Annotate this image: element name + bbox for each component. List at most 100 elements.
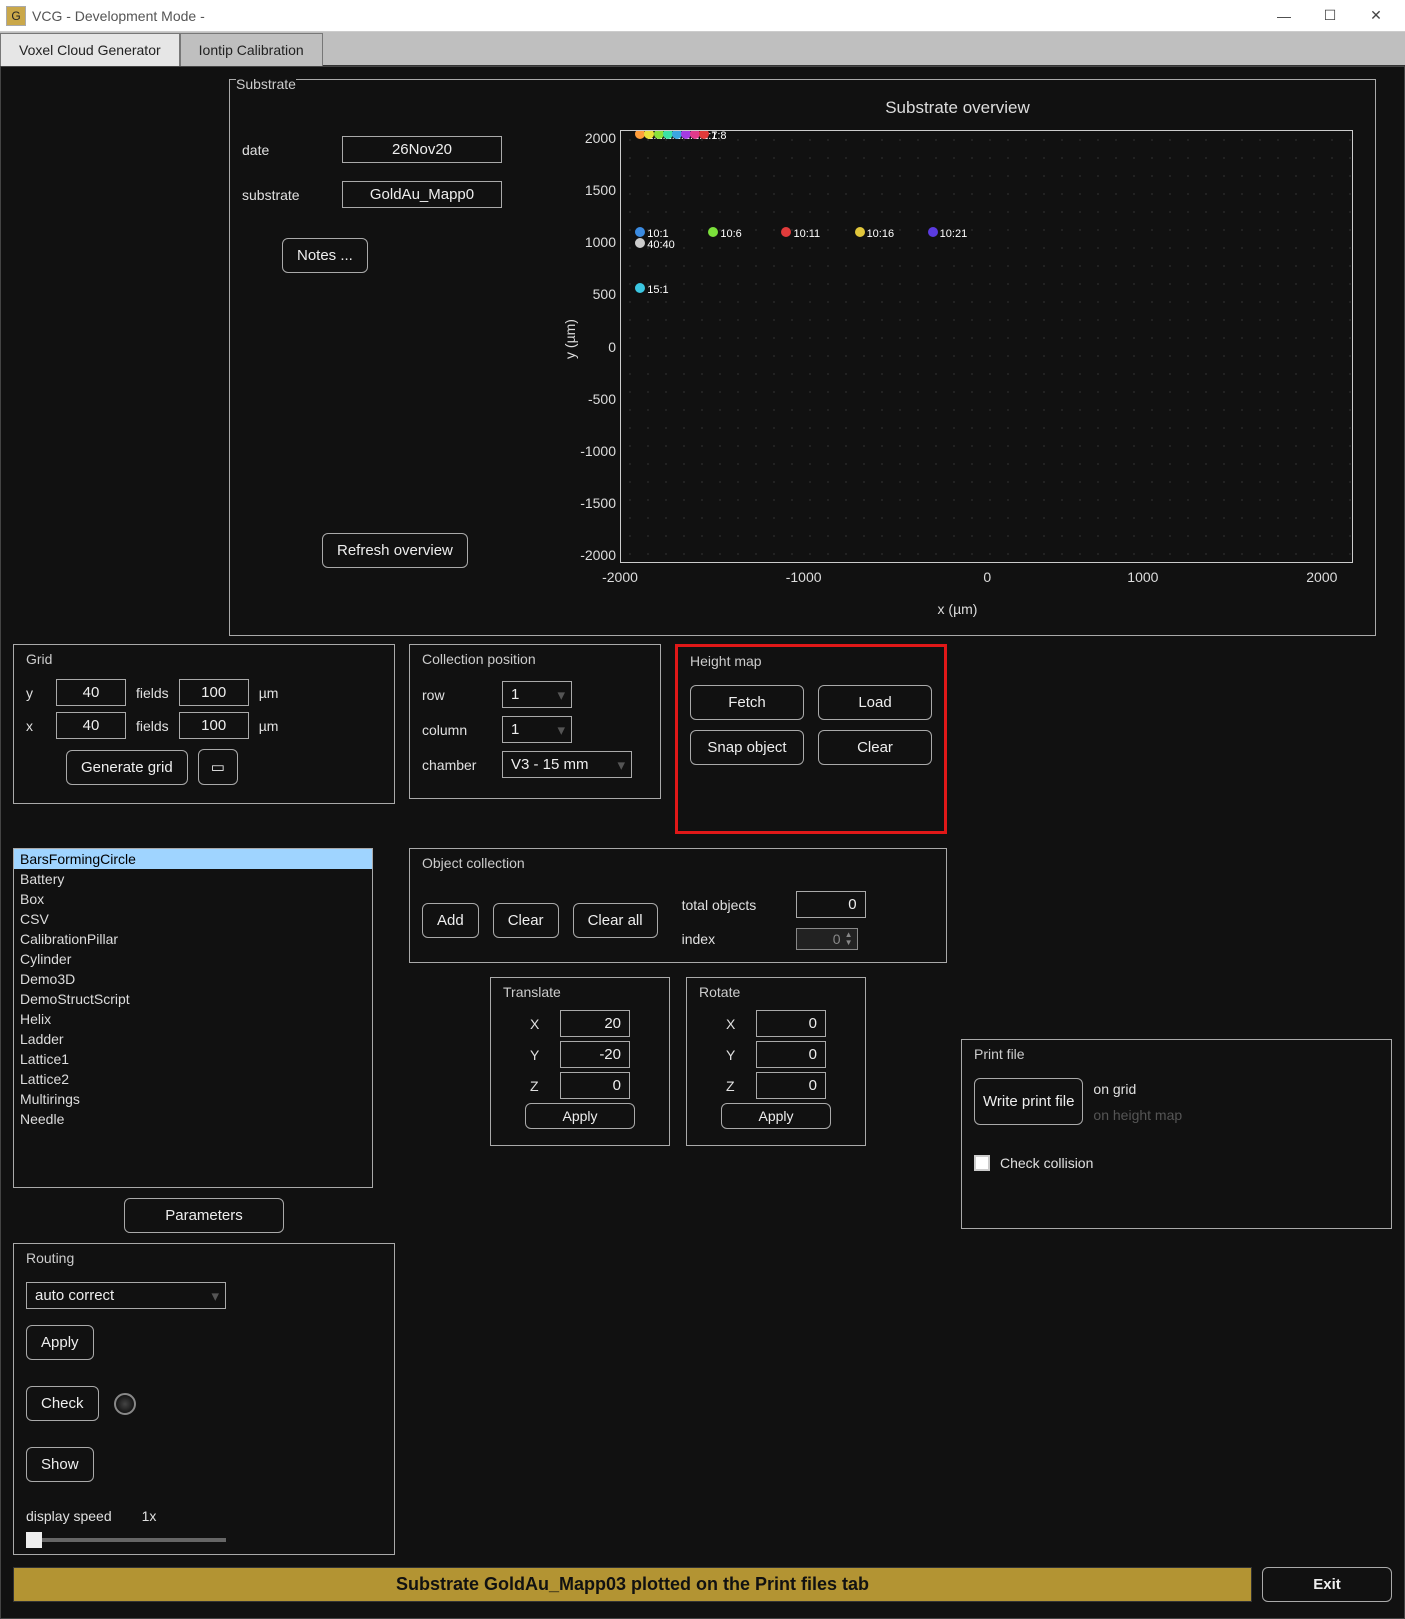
index-label: index <box>682 931 782 947</box>
list-item[interactable]: Cylinder <box>14 949 372 969</box>
grid-x-label: x <box>26 718 46 734</box>
list-item[interactable]: CalibrationPillar <box>14 929 372 949</box>
list-item[interactable]: Needle <box>14 1109 372 1129</box>
list-item[interactable]: Demo3D <box>14 969 372 989</box>
routing-panel: Routing auto correct Apply Check Show di… <box>13 1243 395 1555</box>
rotate-title: Rotate <box>699 984 853 1006</box>
tab-iontip-calibration[interactable]: Iontip Calibration <box>180 33 323 66</box>
rotate-z[interactable]: 0 <box>756 1072 826 1099</box>
rotate-x[interactable]: 0 <box>756 1010 826 1037</box>
collection-position-panel: Collection position row 1 column 1 chamb… <box>409 644 661 799</box>
window-minimize[interactable]: — <box>1261 0 1307 32</box>
list-item[interactable]: Helix <box>14 1009 372 1029</box>
write-print-file-button[interactable]: Write print file <box>974 1078 1083 1125</box>
clear-object-button[interactable]: Clear <box>493 903 559 938</box>
date-input[interactable]: 26Nov20 <box>342 136 502 163</box>
chamber-select[interactable]: V3 - 15 mm <box>502 751 632 778</box>
index-stepper[interactable]: 0 ▲▼ <box>796 928 858 950</box>
fields-label-1: fields <box>136 685 169 701</box>
chart-point: 10:16 <box>855 227 895 240</box>
routing-mode-select[interactable]: auto correct <box>26 1282 226 1309</box>
translate-x[interactable]: 20 <box>560 1010 630 1037</box>
chart-title: Substrate overview <box>552 98 1363 118</box>
grid-mini-button[interactable]: ▭ <box>198 749 238 785</box>
fetch-button[interactable]: Fetch <box>690 685 804 720</box>
grid-panel: Grid y 40 fields 100 µm x 40 fields 100 … <box>13 644 395 804</box>
chart-point: 10:6 <box>708 227 741 240</box>
chart-point: 1:8 <box>699 130 726 142</box>
substrate-label: substrate <box>242 187 332 203</box>
clear-all-button[interactable]: Clear all <box>573 903 658 938</box>
routing-check-button[interactable]: Check <box>26 1386 99 1421</box>
display-speed-label: display speed <box>26 1508 112 1524</box>
object-collection-panel: Object collection Add Clear Clear all to… <box>409 848 947 963</box>
refresh-overview-button[interactable]: Refresh overview <box>322 533 468 568</box>
fields-label-2: fields <box>136 718 169 734</box>
chart-xlabel: x (µm) <box>938 601 978 617</box>
on-grid-label: on grid <box>1093 1081 1182 1097</box>
chart-point: 40:40 <box>635 238 675 251</box>
chart-point: 10:21 <box>928 227 968 240</box>
translate-apply-button[interactable]: Apply <box>525 1103 635 1129</box>
substrate-panel: Substrate date 26Nov20 substrate GoldAu_… <box>229 79 1376 636</box>
translate-z[interactable]: 0 <box>560 1072 630 1099</box>
print-file-panel: Print file Write print file on grid on h… <box>961 1039 1392 1229</box>
generate-grid-button[interactable]: Generate grid <box>66 750 188 785</box>
window-maximize[interactable]: ☐ <box>1307 0 1353 32</box>
list-item[interactable]: Lattice1 <box>14 1049 372 1069</box>
grid-x-fields[interactable]: 40 <box>56 712 126 739</box>
check-collision-checkbox[interactable] <box>974 1155 990 1171</box>
routing-check-led <box>114 1393 136 1415</box>
grid-x-um[interactable]: 100 <box>179 712 249 739</box>
list-item[interactable]: DemoStructScript <box>14 989 372 1009</box>
window-title: VCG - Development Mode - <box>32 8 205 24</box>
grid-y-um[interactable]: 100 <box>179 679 249 706</box>
substrate-input[interactable]: GoldAu_Mapp0 <box>342 181 502 208</box>
translate-y[interactable]: -20 <box>560 1041 630 1068</box>
list-item[interactable]: Multirings <box>14 1089 372 1109</box>
column-select[interactable]: 1 <box>502 716 572 743</box>
display-speed-slider[interactable] <box>26 1538 226 1542</box>
list-item[interactable]: Lattice2 <box>14 1069 372 1089</box>
status-bar: Substrate GoldAu_Mapp03 plotted on the P… <box>13 1567 1252 1602</box>
parameters-button[interactable]: Parameters <box>124 1198 284 1233</box>
substrate-title: Substrate <box>236 76 296 98</box>
substrate-overview-chart: Substrate overview y (µm) x (µm) 2000150… <box>552 98 1363 623</box>
routing-apply-button[interactable]: Apply <box>26 1325 94 1360</box>
tab-voxel-cloud-generator[interactable]: Voxel Cloud Generator <box>0 33 180 66</box>
display-speed-value: 1x <box>142 1508 157 1524</box>
object-collection-title: Object collection <box>422 855 934 877</box>
um-label-2: µm <box>259 718 279 734</box>
rotate-apply-button[interactable]: Apply <box>721 1103 831 1129</box>
exit-button[interactable]: Exit <box>1262 1567 1392 1602</box>
rotate-panel: Rotate X0 Y0 Z0 Apply <box>686 977 866 1146</box>
translate-title: Translate <box>503 984 657 1006</box>
window-close[interactable]: ✕ <box>1353 0 1399 32</box>
print-file-title: Print file <box>974 1046 1379 1068</box>
column-label: column <box>422 722 492 738</box>
check-collision-label: Check collision <box>1000 1155 1093 1171</box>
total-objects-value: 0 <box>796 891 866 918</box>
snap-object-button[interactable]: Snap object <box>690 730 804 765</box>
list-item[interactable]: Ladder <box>14 1029 372 1049</box>
row-select[interactable]: 1 <box>502 681 572 708</box>
on-heightmap-label: on height map <box>1093 1107 1182 1123</box>
grid-y-fields[interactable]: 40 <box>56 679 126 706</box>
list-item[interactable]: Box <box>14 889 372 909</box>
app-icon: G <box>6 6 26 26</box>
routing-show-button[interactable]: Show <box>26 1447 94 1482</box>
notes-button[interactable]: Notes ... <box>282 238 368 273</box>
rotate-y[interactable]: 0 <box>756 1041 826 1068</box>
add-object-button[interactable]: Add <box>422 903 479 938</box>
list-item[interactable]: BarsFormingCircle <box>14 849 372 869</box>
list-item[interactable]: Battery <box>14 869 372 889</box>
clear-heightmap-button[interactable]: Clear <box>818 730 932 765</box>
translate-panel: Translate X20 Y-20 Z0 Apply <box>490 977 670 1146</box>
chart-plot-area[interactable]: 1:11:21:31:41:51:61:71:810:110:610:1110:… <box>620 130 1353 563</box>
grid-y-label: y <box>26 685 46 701</box>
load-button[interactable]: Load <box>818 685 932 720</box>
height-map-panel: Height map Fetch Load Snap object Clear <box>675 644 947 834</box>
row-label: row <box>422 687 492 703</box>
object-type-listbox[interactable]: BarsFormingCircleBatteryBoxCSVCalibratio… <box>13 848 373 1188</box>
list-item[interactable]: CSV <box>14 909 372 929</box>
